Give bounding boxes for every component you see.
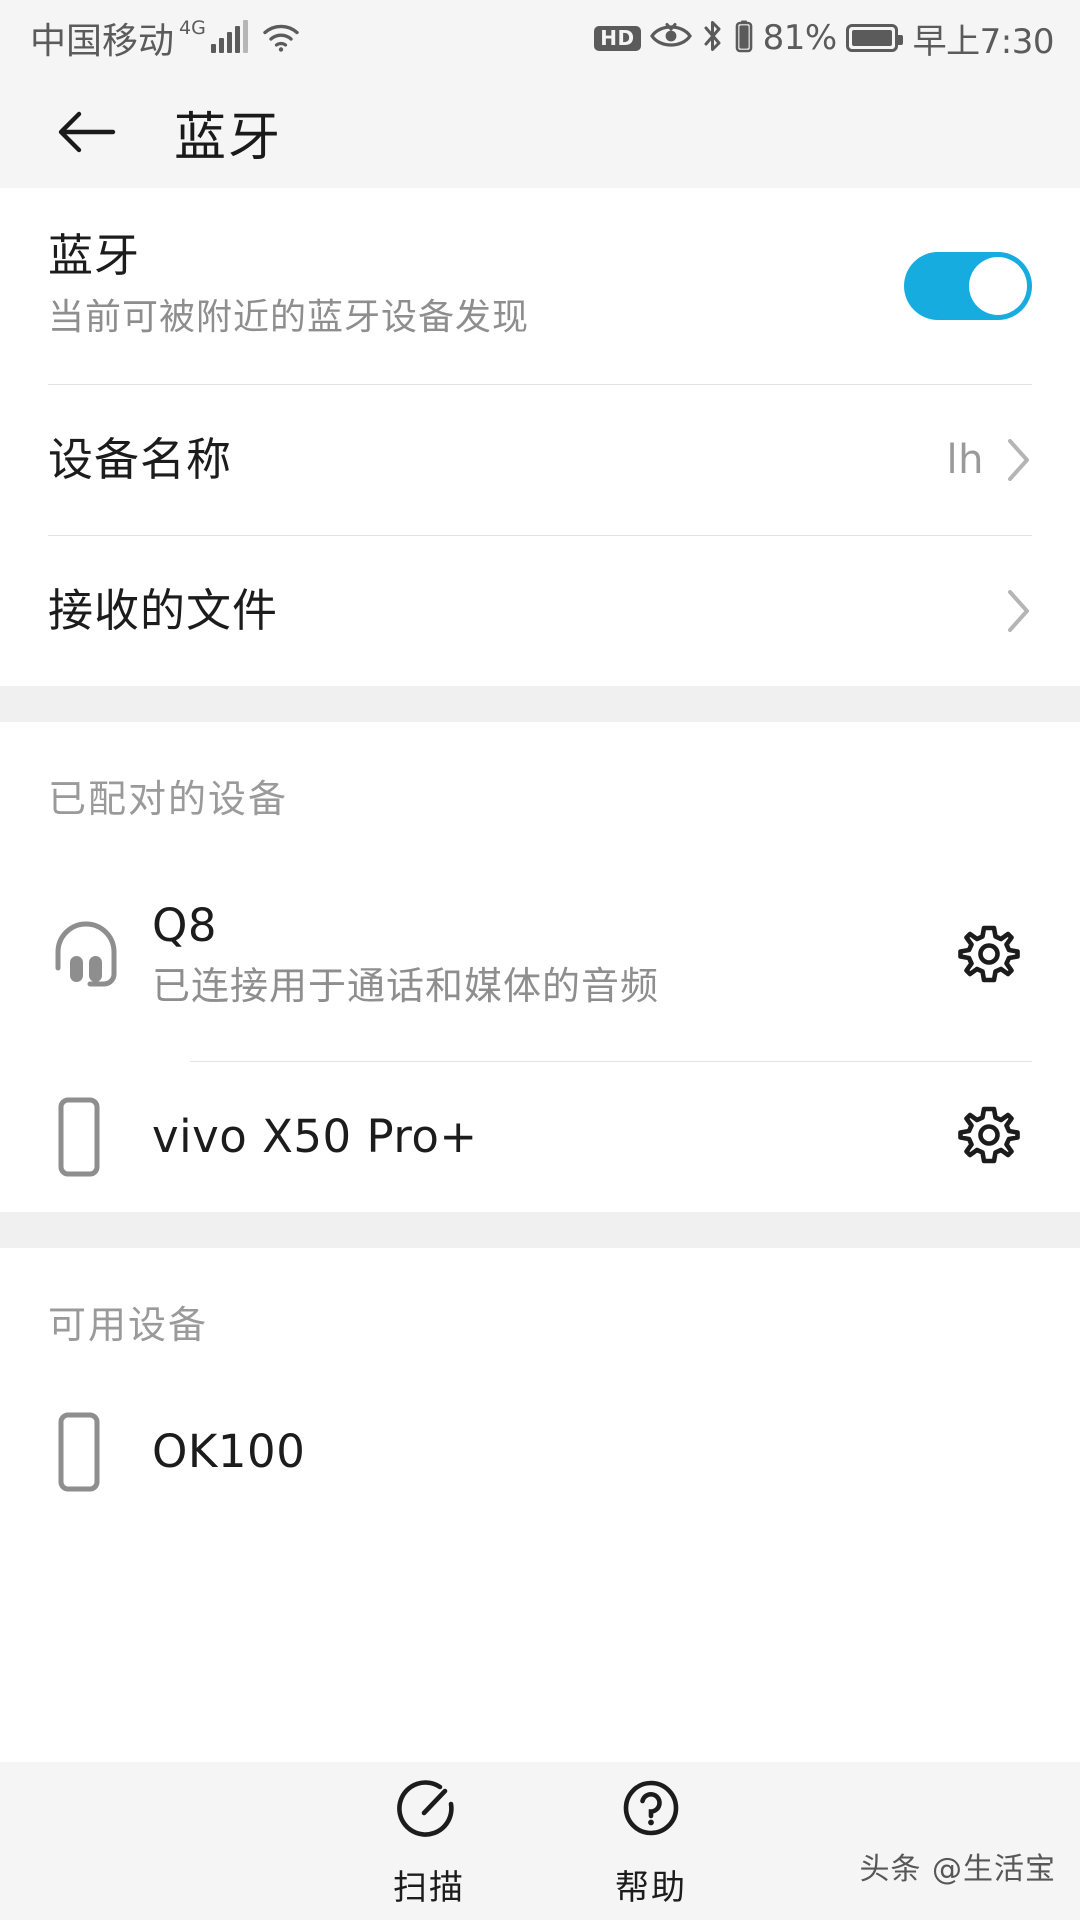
scan-button[interactable]: 扫描 [393, 1774, 465, 1909]
available-devices-header: 可用设备 [0, 1248, 1080, 1377]
gear-icon [958, 925, 1020, 983]
device-name-title: 设备名称 [48, 433, 233, 487]
phone-icon [48, 1094, 152, 1180]
chevron-right-icon [1008, 590, 1029, 632]
section-separator [0, 1212, 1080, 1248]
battery-icon [845, 24, 903, 52]
bluetooth-toggle-title: 蓝牙 [48, 228, 141, 282]
paired-device-q8[interactable]: Q8 已连接用于通话和媒体的音频 [0, 851, 1080, 1061]
paired-device-q8-settings-button[interactable] [946, 913, 1032, 999]
refresh-scan-icon [397, 1779, 454, 1837]
device-name-row[interactable]: 设备名称 lh [0, 385, 1080, 535]
signal-bars-icon [210, 20, 248, 53]
available-device-ok100[interactable]: OK100 [0, 1377, 1080, 1527]
paired-device-vivo[interactable]: vivo X50 Pro+ [0, 1062, 1080, 1212]
available-device-ok100-name: OK100 [152, 1425, 306, 1478]
hd-icon: HD [594, 25, 641, 51]
gear-icon [958, 1106, 1020, 1164]
question-circle-icon [623, 1780, 679, 1835]
bluetooth-icon [701, 19, 725, 57]
paired-device-q8-body: Q8 已连接用于通话和媒体的音频 [152, 899, 946, 1012]
paired-device-vivo-body: vivo X50 Pro+ [152, 1110, 946, 1164]
status-bar-right: HD 81% 早上7:30 [594, 14, 1055, 63]
eye-comfort-icon [649, 21, 692, 55]
back-arrow-icon [58, 111, 116, 153]
watermark: 头条 @生活宝 [859, 1852, 1056, 1887]
scan-button-label: 扫描 [393, 1867, 465, 1908]
back-button[interactable] [44, 89, 130, 175]
carrier-label: 中国移动 [30, 21, 175, 62]
bottom-action-bar: 扫描 帮助 头条 @生活宝 [0, 1762, 1080, 1920]
available-device-ok100-body: OK100 [152, 1425, 1032, 1479]
chevron-right-icon [1008, 439, 1029, 481]
network-type-label: 4G [179, 17, 206, 39]
switch-knob [969, 257, 1027, 315]
bluetooth-toggle-text: 蓝牙 当前可被附近的蓝牙设备发现 [48, 230, 904, 342]
paired-device-vivo-name: vivo X50 Pro+ [152, 1110, 478, 1163]
phone-screen: 中国移动 4G HD 81% 早上7:30 蓝牙 蓝牙 当前可被附近的蓝牙设备发… [0, 0, 1080, 1920]
bluetooth-toggle-row[interactable]: 蓝牙 当前可被附近的蓝牙设备发现 [0, 188, 1080, 384]
received-files-text: 接收的文件 [48, 585, 1006, 637]
phone-icon [48, 1409, 152, 1495]
wifi-icon [262, 23, 300, 53]
status-bar-left: 中国移动 4G [30, 12, 300, 64]
paired-device-vivo-settings-button[interactable] [946, 1094, 1032, 1180]
battery-percent-label: 81% [762, 18, 838, 58]
device-name-text: 设备名称 [48, 434, 947, 486]
device-name-value: lh [946, 437, 984, 483]
paired-devices-header: 已配对的设备 [0, 722, 1080, 851]
received-files-title: 接收的文件 [48, 584, 279, 638]
paired-device-q8-status: 已连接用于通话和媒体的音频 [152, 964, 660, 1009]
status-bar: 中国移动 4G HD 81% 早上7:30 [0, 0, 1080, 76]
bluetooth-switch[interactable] [904, 252, 1032, 320]
app-bar: 蓝牙 [0, 76, 1080, 188]
help-button-label: 帮助 [615, 1867, 687, 1908]
received-files-row[interactable]: 接收的文件 [0, 536, 1080, 686]
bluetooth-toggle-subtitle: 当前可被附近的蓝牙设备发现 [48, 296, 530, 338]
help-button[interactable]: 帮助 [615, 1774, 687, 1909]
paired-devices-header-label: 已配对的设备 [48, 777, 289, 821]
section-separator [0, 686, 1080, 722]
content-area: 蓝牙 当前可被附近的蓝牙设备发现 设备名称 lh 接收的文件 已配对的设备 Q8… [0, 188, 1080, 1527]
paired-device-q8-name: Q8 [152, 899, 218, 953]
small-battery-icon [734, 19, 754, 57]
headphones-icon [48, 916, 152, 996]
page-title: 蓝牙 [174, 107, 283, 168]
available-devices-header-label: 可用设备 [48, 1303, 209, 1347]
clock-label: 早上7:30 [912, 21, 1055, 62]
